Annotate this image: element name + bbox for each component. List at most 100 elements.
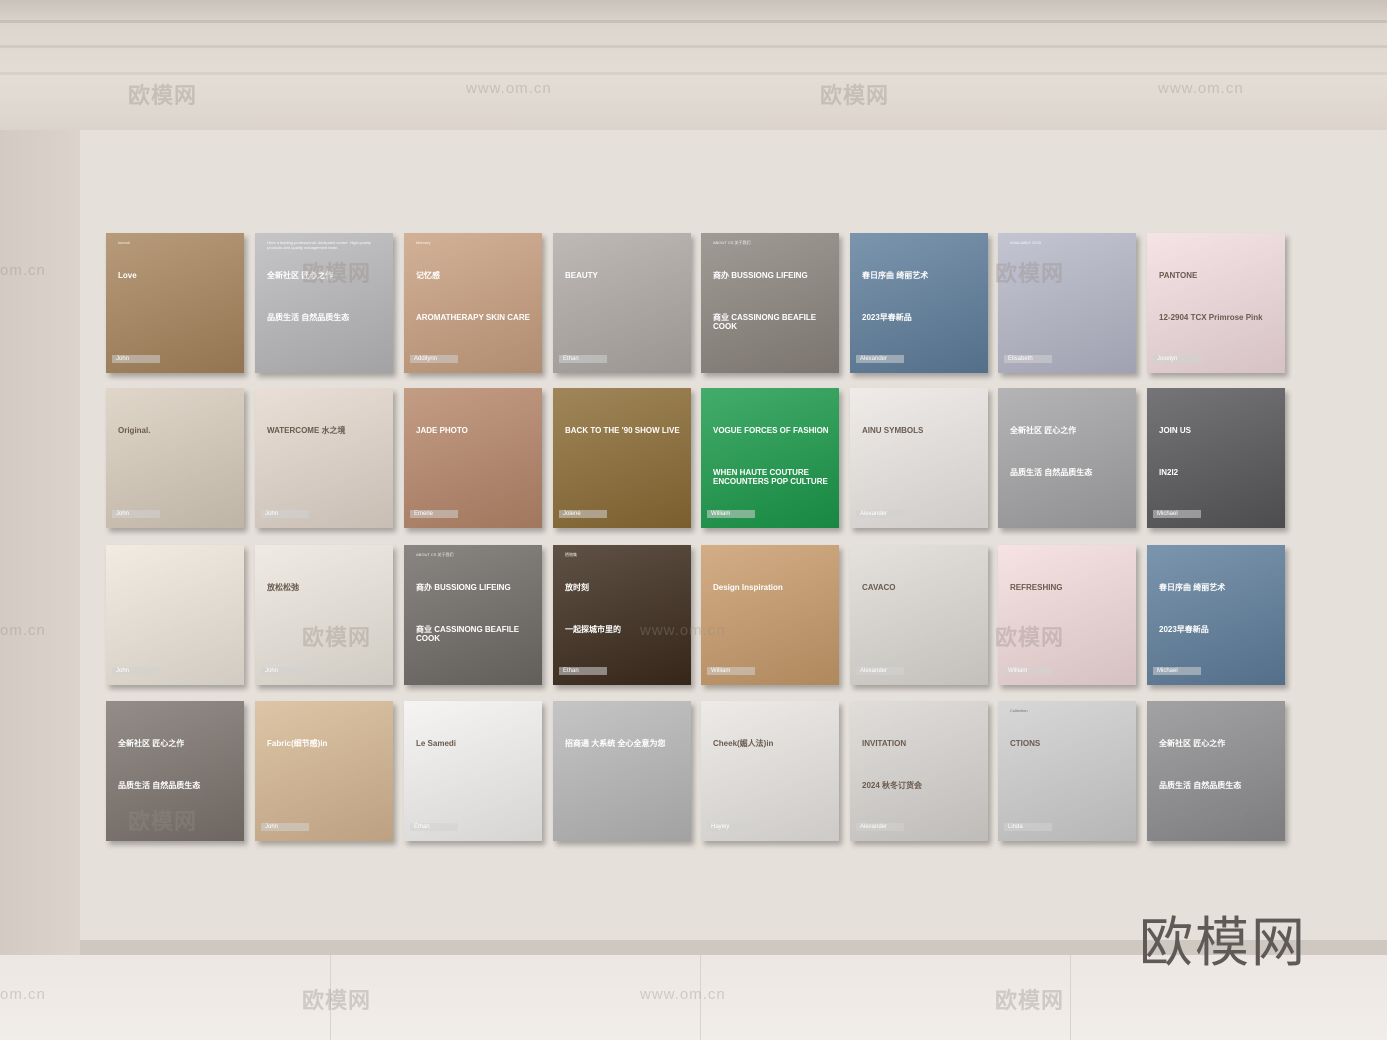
poster-artwork [998, 233, 1136, 373]
poster-artwork [998, 545, 1136, 685]
poster-artwork [404, 388, 542, 528]
poster-card: 全新社区 匠心之作 品质生活 自然品质生态 [998, 388, 1136, 528]
poster-title: 全新社区 匠心之作 [1159, 739, 1226, 748]
watermark-url: www.om.cn [640, 622, 726, 639]
poster-small: Here a leading professional, dedicated c… [267, 240, 371, 250]
watermark: 欧模网 [128, 83, 198, 108]
poster-artwork [998, 701, 1136, 841]
poster-card: BACK TO THE '90 SHOW LIVE Jolene [553, 388, 691, 528]
poster-artwork [106, 388, 244, 528]
watermark: 欧模网 [302, 625, 372, 650]
poster-artwork [255, 233, 393, 373]
ceiling [0, 0, 1387, 130]
watermark-url: www.om.cn [466, 80, 552, 97]
poster-artwork [553, 545, 691, 685]
poster-sub: IN2I2 [1159, 468, 1179, 477]
poster-artwork [701, 545, 839, 685]
ceiling-molding [0, 20, 1387, 23]
poster-name-tag: John [112, 510, 160, 518]
poster-sub: 品质生活 自然品质生态 [1159, 781, 1242, 790]
poster-title: 招商通 大系统 全心全意为您 [565, 739, 666, 748]
poster-artwork [1147, 233, 1285, 373]
poster-card: Original. John [106, 388, 244, 528]
poster-name-tag: William [707, 510, 755, 518]
poster-name-tag: Ethan [559, 355, 607, 363]
poster-artwork [850, 701, 988, 841]
poster-small: ABOUT CS 关于我们 [416, 552, 454, 557]
brand-logo: 欧模网 [1139, 911, 1307, 974]
ceiling-molding [0, 72, 1387, 75]
poster-small: Memory [416, 240, 431, 245]
poster-card: 春日序曲 绮丽艺术 2023早春新品 Alexander [850, 233, 988, 373]
poster-title: VOGUE FORCES OF FASHION [713, 426, 829, 435]
poster-title: JOIN US [1159, 426, 1192, 435]
poster-name-tag: William [1004, 667, 1052, 675]
poster-small: lomodi [118, 240, 130, 245]
poster-title: JADE PHOTO [416, 426, 468, 435]
watermark-url: om.cn [0, 622, 46, 639]
poster-sub: WHEN HAUTE COUTURE ENCOUNTERS POP CULTUR… [713, 468, 828, 487]
poster-title: CTIONS [1010, 739, 1041, 748]
poster-sub: 2023早春新品 [862, 313, 912, 322]
poster-card: JADE PHOTO Emerie [404, 388, 542, 528]
poster-artwork [701, 701, 839, 841]
poster-card: Fabric(细节感)in John [255, 701, 393, 841]
watermark: 欧模网 [302, 261, 372, 286]
poster-title: Original. [118, 426, 151, 435]
poster-name-tag: John [112, 667, 160, 675]
watermark: 欧模网 [302, 988, 372, 1013]
poster-card: Collection CTIONS Linda [998, 701, 1136, 841]
poster-card: ABOUT CS 关于我们 商办 BUSSIONG LIFEING 商业 CASSI… [404, 545, 542, 685]
poster-name-tag: John [261, 823, 309, 831]
watermark: 欧模网 [820, 83, 890, 108]
watermark: 欧模网 [995, 625, 1065, 650]
poster-card: VOGUE FORCES OF FASHION WHEN HAUTE COUTUR… [701, 388, 839, 528]
poster-small: AVAILABLE 2025 [1010, 240, 1041, 245]
poster-card: 招商通 大系统 全心全意为您 [553, 701, 691, 841]
poster-card: INVITATION 2024 秋冬订货会 Alexander [850, 701, 988, 841]
poster-sub: 品质生活 自然品质生态 [1010, 468, 1093, 477]
poster-name-tag: Addilynn [410, 355, 458, 363]
poster-title: AINU SYMBOLS [862, 426, 924, 435]
watermark: 欧模网 [995, 261, 1065, 286]
poster-title: INVITATION [862, 739, 907, 748]
poster-sub: 12-2904 TCX Primrose Pink [1159, 313, 1263, 322]
watermark-url: om.cn [0, 986, 46, 1003]
poster-artwork [553, 701, 691, 841]
poster-name-tag: Jolene [559, 510, 607, 518]
poster-artwork [255, 388, 393, 528]
poster-name-tag: Linda [1004, 823, 1052, 831]
poster-name-tag: Joselyn [1153, 355, 1201, 363]
poster-name-tag: Elisabeth [1004, 355, 1052, 363]
poster-title: PANTONE [1159, 271, 1198, 280]
poster-title: CAVACO [862, 583, 896, 592]
poster-artwork [106, 545, 244, 685]
poster-artwork [850, 388, 988, 528]
poster-artwork [404, 233, 542, 373]
poster-card: CAVACO Alexander [850, 545, 988, 685]
poster-artwork [404, 701, 542, 841]
poster-artwork [553, 233, 691, 373]
poster-sub: 2023早春新品 [1159, 625, 1209, 634]
poster-artwork [701, 233, 839, 373]
poster-sub: 品质生活 自然品质生态 [267, 313, 350, 322]
poster-title: Le Samedi [416, 739, 457, 748]
poster-card: REFRESHING William [998, 545, 1136, 685]
poster-card: JOIN US IN2I2 Michael [1147, 388, 1285, 528]
poster-card: Cheek(媚人法)in Hayley [701, 701, 839, 841]
poster-title: BACK TO THE '90 SHOW LIVE [565, 426, 680, 435]
poster-title: 商办 BUSSIONG LIFEING [713, 271, 808, 280]
poster-name-tag: John [112, 355, 160, 363]
poster-name-tag: William [707, 667, 755, 675]
poster-card: lomodi Love John [106, 233, 244, 373]
poster-name-tag: Alexander [856, 667, 904, 675]
poster-artwork [850, 545, 988, 685]
poster-small: Collection [1010, 708, 1028, 713]
poster-name-tag: Alexander [856, 510, 904, 518]
poster-artwork [255, 701, 393, 841]
poster-name-tag: Michael [1153, 667, 1201, 675]
poster-card: Memory 记忆感 AROMATHERAPY SKIN CARE Addilynn [404, 233, 542, 373]
poster-artwork [553, 388, 691, 528]
poster-title: 商办 BUSSIONG LIFEING [416, 583, 511, 592]
poster-title: 记忆感 [416, 271, 440, 280]
